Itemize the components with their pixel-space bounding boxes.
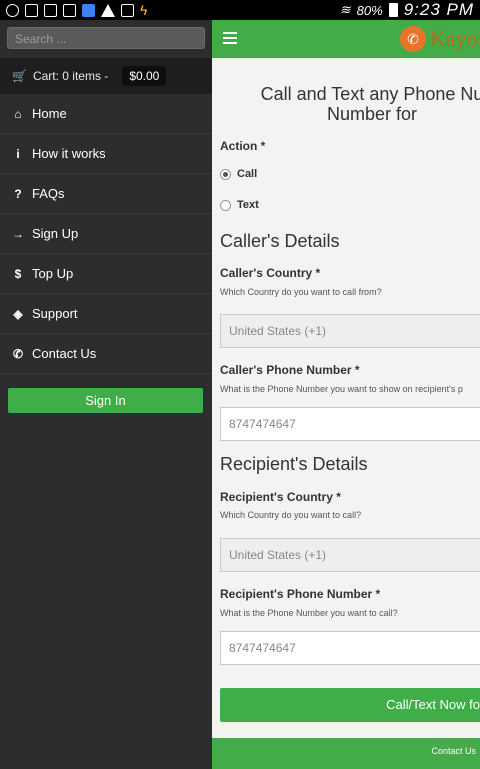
screen-icon [82, 3, 95, 17]
callers-heading: Caller's Details [220, 231, 340, 251]
clock: 9:23 PM [403, 0, 474, 19]
radio-call[interactable]: Call [220, 168, 257, 180]
recipient-country-select[interactable]: United States (+1) [220, 538, 480, 572]
nav-item-label: FAQs [32, 186, 65, 201]
radio-call-control[interactable] [220, 168, 231, 180]
question-icon: ? [14, 186, 22, 201]
caller-country-help: Which Country do you want to call from? [220, 287, 382, 297]
radio-call-label: Call [237, 168, 258, 180]
chart-icon [44, 3, 57, 17]
nav-item-how-it-works[interactable]: i How it works [0, 134, 212, 174]
whatsapp-icon [6, 3, 19, 17]
sign-in-button[interactable]: Sign In [8, 388, 203, 413]
cart-total: $0.00 [122, 66, 167, 86]
cart-icon: 🛒 [12, 69, 27, 83]
nav-item-contact-us[interactable]: ✆ Contact Us [0, 334, 212, 374]
nav-item-home[interactable]: ⌂ Home [0, 94, 212, 134]
nav-item-label: Support [32, 306, 78, 321]
radio-text-control[interactable] [220, 199, 231, 211]
logo[interactable]: ✆ Kayo [400, 26, 478, 52]
tag-icon: ◈ [13, 306, 23, 321]
recipient-heading: Recipient's Details [220, 454, 368, 474]
radio-text[interactable]: Text [220, 199, 259, 211]
call-text-now-button[interactable]: Call/Text Now fo [220, 688, 480, 722]
nav-item-label: Home [32, 106, 67, 121]
message-icon [25, 3, 38, 17]
cart-summary[interactable]: 🛒 Cart: 0 items - $0.00 [0, 58, 212, 94]
search-input[interactable]: Search ... [7, 27, 205, 49]
battery-icon [388, 3, 398, 17]
recipient-phone-help: What is the Phone Number you want to cal… [220, 608, 398, 618]
caller-phone-label: Caller's Phone Number * [220, 363, 360, 377]
footer-contact-link[interactable]: Contact Us [431, 746, 476, 756]
phone-logo-icon: ✆ [400, 26, 426, 52]
recipient-phone-label: Recipient's Phone Number * [220, 587, 381, 601]
wifi-icon: ≋ [339, 2, 351, 17]
status-right: ≋ 80% 9:23 PM [340, 0, 474, 20]
dollar-icon: $ [14, 266, 22, 281]
nav-item-support[interactable]: ◈ Support [0, 294, 212, 334]
caller-country-select[interactable]: United States (+1) [220, 314, 480, 348]
caller-country-label: Caller's Country * [220, 266, 321, 280]
caller-phone-help: What is the Phone Number you want to sho… [220, 384, 463, 394]
recipient-country-help: Which Country do you want to call? [220, 510, 362, 520]
caller-phone-input[interactable]: 8747474647 [220, 407, 480, 441]
google-plus-icon [121, 3, 134, 17]
home-icon: ⌂ [14, 106, 22, 121]
page-title: Call and Text any Phone Nu Number for [212, 84, 480, 124]
phone-icon: ✆ [12, 346, 24, 361]
recipient-country-label: Recipient's Country * [220, 490, 341, 504]
notification-icons: ϟ [6, 1, 148, 18]
cart-label: Cart: 0 items - [32, 69, 109, 83]
recipient-phone-input[interactable]: 8747474647 [220, 631, 480, 665]
logo-text: Kayo [430, 26, 478, 51]
page-title-line1: Call and Text any Phone Nu [260, 84, 480, 104]
mail-icon [63, 3, 76, 17]
nav-drawer: Search ... 🛒 Cart: 0 items - $0.00 ⌂ Hom… [0, 20, 212, 769]
page-title-line2: Number for [326, 104, 418, 124]
status-bar: ϟ ≋ 80% 9:23 PM [0, 0, 480, 20]
nav-item-label: Sign Up [32, 226, 79, 241]
nav-item-label: How it works [32, 146, 106, 161]
action-label: Action * [220, 139, 266, 153]
menu-icon[interactable] [223, 32, 237, 47]
nav-item-sign-up[interactable]: → Sign Up [0, 214, 212, 254]
signin-icon: → [12, 226, 24, 241]
info-icon: i [16, 146, 20, 161]
nav-item-top-up[interactable]: $ Top Up [0, 254, 212, 294]
nav-item-faqs[interactable]: ? FAQs [0, 174, 212, 214]
nav-item-label: Top Up [32, 266, 74, 281]
bolt-icon: ϟ [140, 1, 148, 18]
radio-text-label: Text [237, 199, 259, 211]
top-bar: ✆ Kayo [212, 20, 480, 58]
warning-icon [101, 3, 115, 17]
battery-percent: 80% [356, 2, 383, 18]
drawer-nav: ⌂ Home i How it works ? FAQs → Sign Up $… [0, 94, 212, 374]
main-content: ✆ Kayo Call and Text any Phone Nu Number… [212, 20, 480, 769]
nav-item-label: Contact Us [32, 346, 97, 361]
footer: Contact Us [212, 738, 480, 769]
